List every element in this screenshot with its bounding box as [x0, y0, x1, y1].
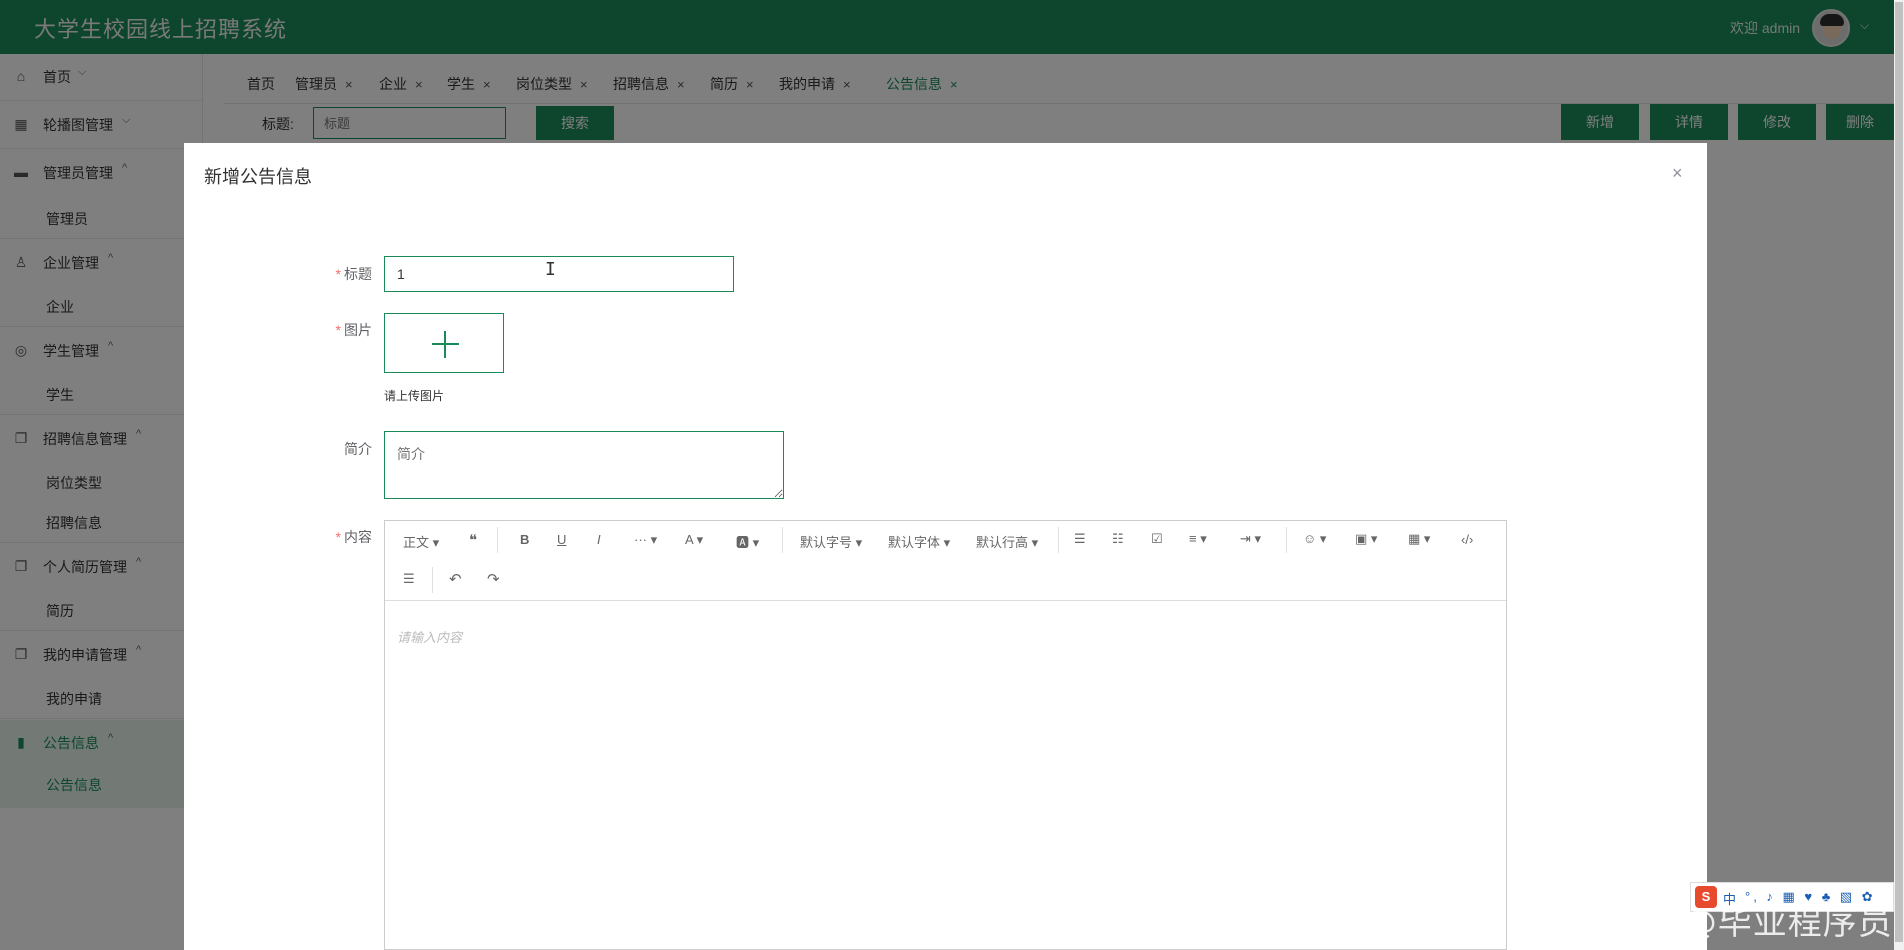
undo-icon[interactable]: ↶	[449, 570, 462, 588]
plus-icon-vertical	[444, 331, 446, 358]
font-family-dropdown[interactable]: 默认字体 ▾	[888, 532, 950, 551]
text-cursor-icon: I	[545, 259, 556, 280]
toolbar-divider	[782, 527, 783, 553]
toolbar-divider	[497, 527, 498, 553]
numbered-list-icon[interactable]: ☷	[1112, 531, 1124, 547]
font-size-dropdown[interactable]: 默认字号 ▾	[800, 532, 862, 551]
content-field-label: * 内容	[312, 527, 372, 547]
image-uploader[interactable]	[384, 313, 504, 373]
toolbar-divider	[432, 567, 433, 593]
upload-tip: 请上传图片	[384, 389, 445, 403]
image-icon[interactable]: ▣ ▾	[1355, 531, 1377, 547]
divider-icon[interactable]: ☰	[403, 571, 415, 587]
label-text: 内容	[344, 529, 372, 545]
required-mark: *	[335, 266, 341, 282]
editor-toolbar: 正文 ▾ ❝ B U I ··· ▾ A ▾ 🅰 ▾ 默认字号 ▾ 默认字体 ▾…	[385, 521, 1506, 601]
todo-icon[interactable]: ☑	[1151, 531, 1163, 547]
quote-icon[interactable]: ❝	[469, 531, 477, 549]
font-color-icon[interactable]: A ▾	[685, 532, 703, 548]
intro-textarea[interactable]	[384, 431, 784, 499]
image-field-label: * 图片	[312, 320, 372, 340]
label-text: 标题	[344, 266, 372, 282]
background-color-icon[interactable]: 🅰 ▾	[736, 532, 759, 551]
paragraph-dropdown[interactable]: 正文 ▾	[403, 532, 439, 551]
bullet-list-icon[interactable]: ☰	[1074, 531, 1086, 547]
title-field-label: * 标题	[312, 264, 372, 284]
required-mark: *	[335, 322, 341, 338]
watermark: CSDN @毕业程序员	[1570, 903, 1893, 943]
toolbar-divider	[1286, 527, 1287, 553]
underline-icon[interactable]: U	[557, 532, 566, 547]
close-icon[interactable]: ×	[1672, 163, 1683, 184]
align-dropdown-icon[interactable]: ≡ ▾	[1189, 531, 1207, 547]
redo-icon[interactable]: ↷	[487, 570, 500, 588]
required-mark: *	[335, 529, 341, 545]
italic-icon[interactable]: I	[597, 532, 601, 547]
dialog-title: 新增公告信息	[204, 167, 312, 187]
table-icon[interactable]: ▦ ▾	[1408, 531, 1430, 547]
toolbar-divider	[1058, 527, 1059, 553]
emoji-icon[interactable]: ☺ ▾	[1303, 531, 1326, 547]
rich-text-editor: 正文 ▾ ❝ B U I ··· ▾ A ▾ 🅰 ▾ 默认字号 ▾ 默认字体 ▾…	[384, 520, 1507, 950]
title-field[interactable]	[384, 256, 734, 292]
editor-content-area[interactable]: 请输入内容	[397, 627, 462, 646]
add-notice-dialog: 新增公告信息 × *标题 I *图片 请上传图片 简介 *内容 正文 ▾ ❝ B…	[184, 143, 1707, 950]
scrollbar-thumb[interactable]	[1895, 2, 1903, 942]
label-text: 图片	[344, 322, 372, 338]
more-styles-dropdown[interactable]: ··· ▾	[634, 532, 657, 548]
code-icon[interactable]: ‹/›	[1461, 532, 1473, 547]
intro-field-label: 简介	[344, 441, 372, 457]
indent-dropdown-icon[interactable]: ⇥ ▾	[1240, 531, 1261, 547]
bold-icon[interactable]: B	[520, 532, 529, 547]
page-scrollbar[interactable]	[1894, 0, 1904, 950]
line-height-dropdown[interactable]: 默认行高 ▾	[976, 532, 1038, 551]
